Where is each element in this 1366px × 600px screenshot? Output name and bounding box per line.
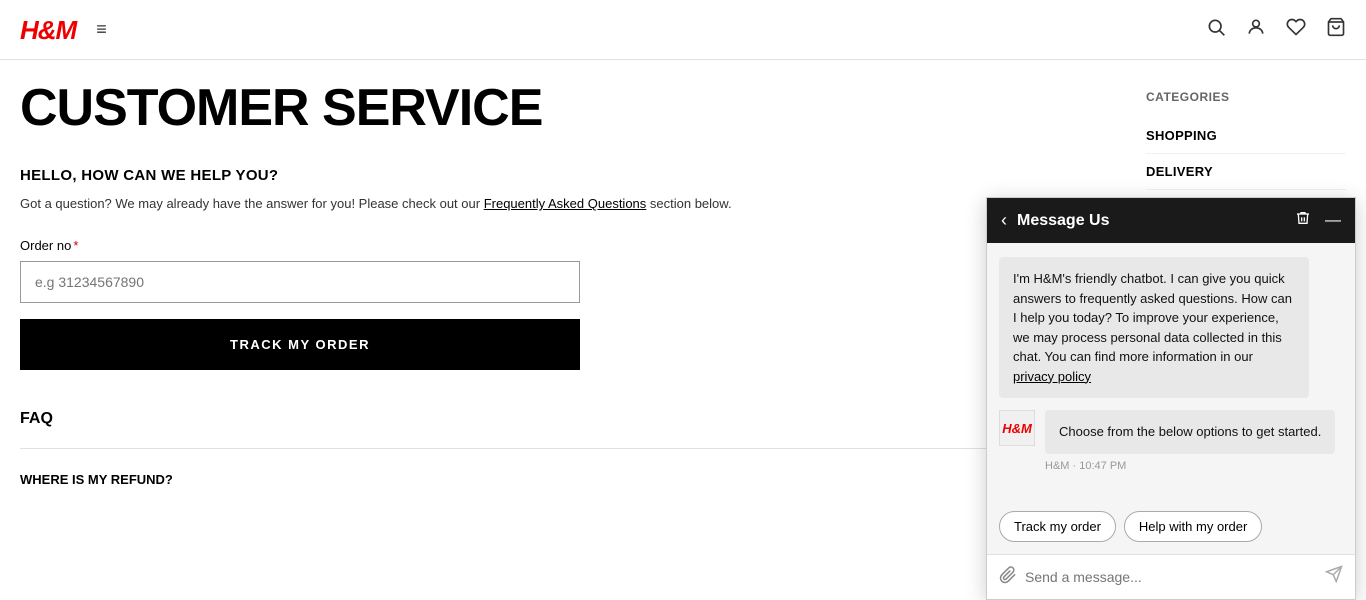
chat-delete-button[interactable] <box>1295 210 1311 231</box>
left-content: CUSTOMER SERVICE HELLO, HOW CAN WE HELP … <box>20 80 1146 511</box>
hello-heading: HELLO, HOW CAN WE HELP YOU? <box>20 167 1106 184</box>
faq-question: WHERE IS MY REFUND? <box>20 472 173 487</box>
chat-input[interactable] <box>1025 569 1317 585</box>
chat-hm-message: Choose from the below options to get sta… <box>1045 410 1335 454</box>
menu-icon[interactable]: ≡ <box>96 19 107 40</box>
chat-header: ‹ Message Us — <box>987 198 1355 243</box>
faq-section: FAQ WHERE IS MY REFUND? + <box>20 410 1106 511</box>
header: H&M ≡ <box>0 0 1366 60</box>
categories-label: CATEGORIES <box>1146 90 1346 104</box>
required-star: * <box>73 238 78 253</box>
category-delivery[interactable]: DELIVERY <box>1146 154 1346 190</box>
faq-item-refund[interactable]: WHERE IS MY REFUND? + <box>20 448 1106 511</box>
chat-back-button[interactable]: ‹ <box>1001 210 1007 231</box>
chat-title: Message Us <box>1017 212 1285 230</box>
chat-hm-logo: H&M <box>1002 421 1032 436</box>
hm-logo[interactable]: H&M <box>20 17 76 43</box>
chat-hm-logo-box: H&M <box>999 410 1035 446</box>
search-icon[interactable] <box>1206 17 1226 43</box>
category-shopping[interactable]: SHOPPING <box>1146 118 1346 154</box>
chat-widget: ‹ Message Us — I'm H&M's friendly chatbo… <box>986 197 1356 600</box>
header-icons <box>1206 17 1346 43</box>
chat-bot-message: I'm H&M's friendly chatbot. I can give y… <box>999 257 1309 398</box>
cart-icon[interactable] <box>1326 17 1346 43</box>
order-input[interactable] <box>20 261 580 303</box>
help-text: Got a question? We may already have the … <box>20 194 1106 214</box>
bot-message-text: I'm H&M's friendly chatbot. I can give y… <box>1013 271 1292 364</box>
quick-reply-help-order[interactable]: Help with my order <box>1124 511 1262 542</box>
privacy-policy-link[interactable]: privacy policy <box>1013 369 1091 384</box>
chat-body: I'm H&M's friendly chatbot. I can give y… <box>987 243 1355 503</box>
attach-icon[interactable] <box>999 566 1017 589</box>
chat-input-row <box>987 554 1355 599</box>
account-icon[interactable] <box>1246 17 1266 43</box>
help-text-prefix: Got a question? We may already have the … <box>20 196 484 211</box>
chat-hm-row: H&M Choose from the below options to get… <box>999 410 1343 472</box>
chat-header-icons: — <box>1295 210 1341 231</box>
page-title: CUSTOMER SERVICE <box>20 80 1106 137</box>
faq-link[interactable]: Frequently Asked Questions <box>484 196 647 211</box>
track-order-button[interactable]: TRACK MY ORDER <box>20 319 580 370</box>
header-left: H&M ≡ <box>20 17 107 43</box>
send-icon[interactable] <box>1325 565 1343 589</box>
order-label: Order no * <box>20 238 1106 253</box>
chat-timestamp: H&M · 10:47 PM <box>1045 460 1335 472</box>
chat-hm-message-wrap: Choose from the below options to get sta… <box>1045 410 1335 472</box>
faq-heading: FAQ <box>20 410 1106 428</box>
chat-minimize-button[interactable]: — <box>1325 212 1341 230</box>
quick-reply-track-order[interactable]: Track my order <box>999 511 1116 542</box>
chat-quick-replies: Track my order Help with my order <box>987 503 1355 554</box>
help-text-suffix: section below. <box>646 196 731 211</box>
wishlist-icon[interactable] <box>1286 17 1306 43</box>
